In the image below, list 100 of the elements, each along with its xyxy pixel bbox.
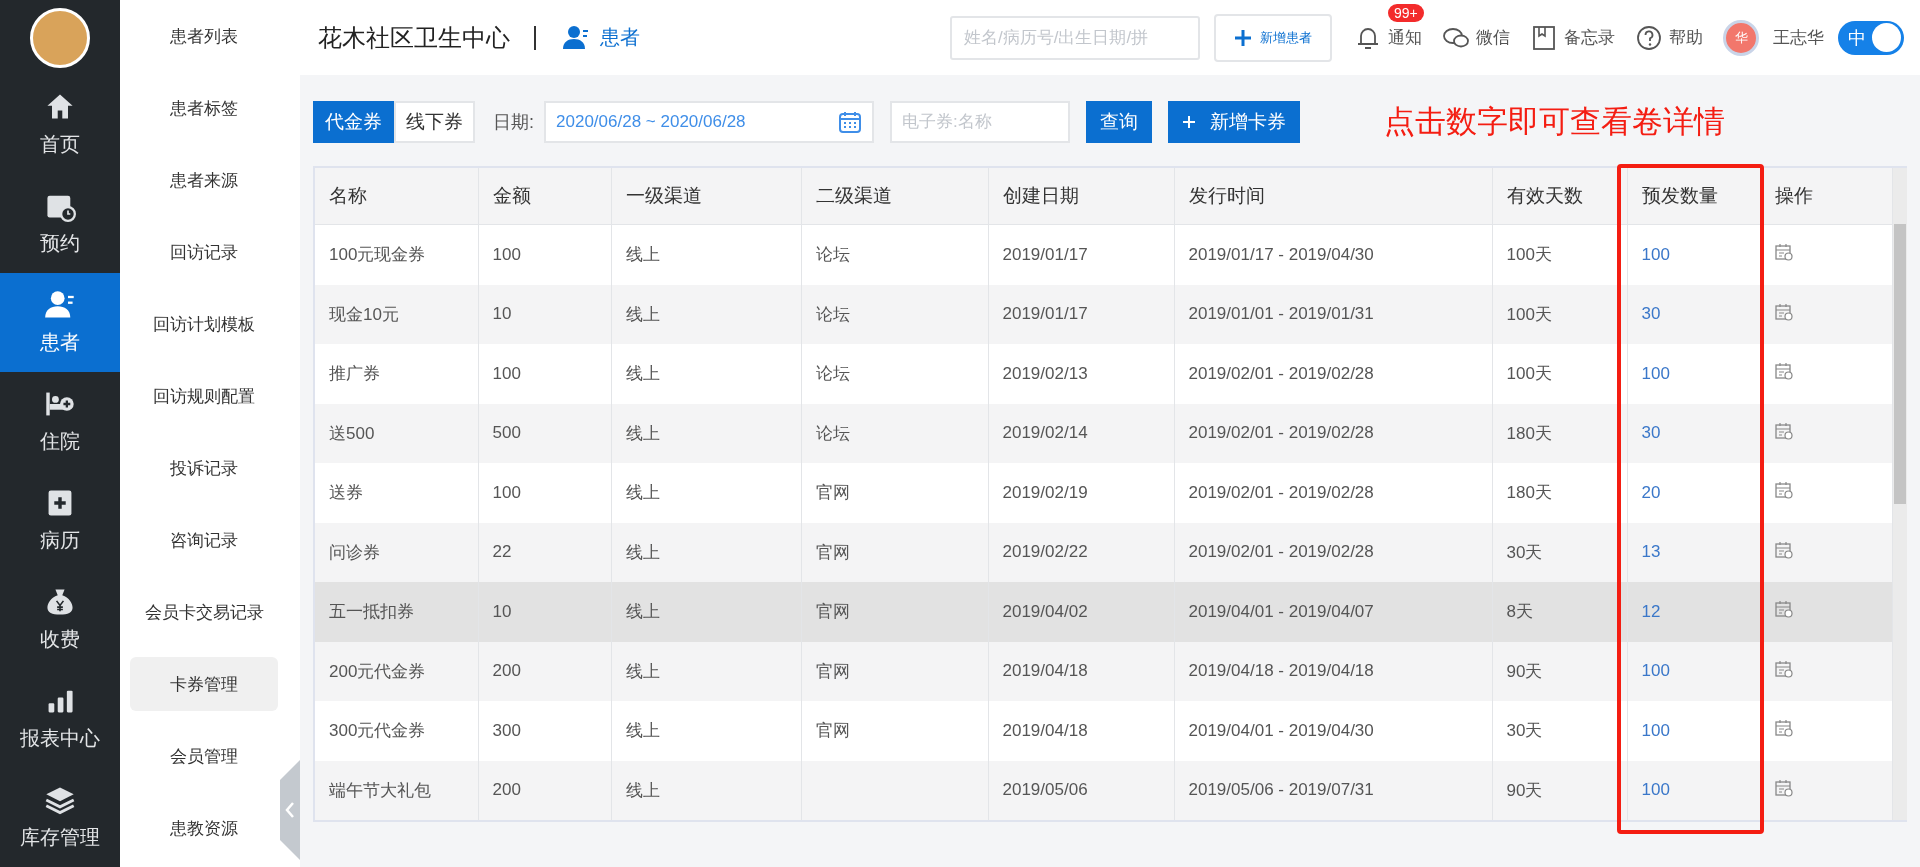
table-cell: 2019/04/02 xyxy=(1002,601,1088,621)
notification-count: 99+ xyxy=(1388,3,1424,22)
calendar-clock-icon[interactable] xyxy=(1774,302,1793,321)
table-cell: 官网 xyxy=(815,721,850,741)
quantity-link[interactable]: 100 xyxy=(1641,244,1670,264)
sub-nav-item[interactable]: 回访计划模板 xyxy=(130,297,278,351)
table-cell: 300元代金券 xyxy=(329,721,426,741)
help-icon xyxy=(1635,23,1663,52)
column-header: 预发数量 xyxy=(1627,168,1760,225)
column-header: 一级渠道 xyxy=(611,168,801,225)
add-coupon-button[interactable]: 新增卡券 xyxy=(1168,101,1300,143)
sub-nav-item[interactable]: 患者标签 xyxy=(130,81,278,135)
quantity-link[interactable]: 13 xyxy=(1641,542,1661,562)
quantity-link[interactable]: 20 xyxy=(1641,482,1661,502)
table-cell: 2019/01/17 xyxy=(1002,304,1088,324)
sub-nav-item[interactable]: 回访规则配置 xyxy=(130,369,278,423)
table-cell: 10 xyxy=(492,601,512,621)
table-cell: 2019/04/01 - 2019/04/07 xyxy=(1188,601,1374,621)
header-link[interactable]: 微信 xyxy=(1442,23,1510,52)
table-cell: 180天 xyxy=(1506,423,1552,443)
calendar-clock-icon[interactable] xyxy=(1774,421,1793,440)
table-cell: 官网 xyxy=(815,483,850,503)
table-cell: 30天 xyxy=(1506,542,1543,562)
column-header: 创建日期 xyxy=(988,168,1174,225)
table-cell: 100 xyxy=(492,482,521,502)
user-name[interactable]: 王志华 xyxy=(1773,26,1824,49)
table-cell: 2019/01/17 xyxy=(1002,244,1088,264)
calendar-clock-icon[interactable] xyxy=(1774,362,1793,381)
table-cell: 200元代金券 xyxy=(329,661,426,681)
quantity-link[interactable]: 30 xyxy=(1641,304,1661,324)
quantity-link[interactable]: 100 xyxy=(1641,661,1670,681)
table-row[interactable]: 300元代金券 300 线上 官网 2019/04/18 2019/04/01 - 2019/04/30 30天 100 xyxy=(315,701,1892,761)
nav-item[interactable]: 预约 xyxy=(0,174,120,273)
coupon-type-tab[interactable]: 线下券 xyxy=(394,101,475,143)
calendar-clock-icon[interactable] xyxy=(1774,719,1793,738)
table-row[interactable]: 端午节大礼包 200 线上 2019/05/06 2019/05/06 - 2019/07/31 90天 100 xyxy=(315,760,1892,820)
sub-nav-item[interactable]: 患教资源 xyxy=(130,801,278,855)
calendar-clock-icon[interactable] xyxy=(1774,600,1793,619)
table-row[interactable]: 问诊券 22 线上 官网 2019/02/22 2019/02/01 - 2019/02/28 30天 13 xyxy=(315,522,1892,582)
table-cell: 2019/02/19 xyxy=(1002,482,1088,502)
table-cell: 90天 xyxy=(1506,661,1543,681)
add-patient-button[interactable]: 新增患者 xyxy=(1214,13,1332,62)
table-row[interactable]: 200元代金券 200 线上 官网 2019/04/18 2019/04/18 - 2019/04/18 90天 100 xyxy=(315,641,1892,701)
table-cell: 2019/04/01 - 2019/04/30 xyxy=(1188,720,1374,740)
table-row[interactable]: 送券 100 线上 官网 2019/02/19 2019/02/01 - 2019/02/28 180天 20 xyxy=(315,463,1892,523)
table-cell: 2019/02/01 - 2019/02/28 xyxy=(1188,542,1374,562)
patient-icon xyxy=(44,289,76,321)
quantity-link[interactable]: 30 xyxy=(1641,423,1661,443)
table-cell: 线上 xyxy=(625,602,660,622)
header-link[interactable]: 备忘录 xyxy=(1530,23,1615,52)
sub-nav-item[interactable]: 回访记录 xyxy=(130,225,278,279)
table-cell: 官网 xyxy=(815,602,850,622)
table-row[interactable]: 五一抵扣券 10 线上 官网 2019/04/02 2019/04/01 - 2019/04/07 8天 12 xyxy=(315,582,1892,642)
nav-item[interactable]: 库存管理 xyxy=(0,768,120,867)
table-cell: 2019/05/06 - 2019/07/31 xyxy=(1188,780,1374,800)
chevron-left-icon xyxy=(285,801,295,819)
table-cell: 100元现金券 xyxy=(329,245,426,265)
nav-item[interactable]: 收费 xyxy=(0,570,120,669)
table-cell: 送券 xyxy=(329,483,363,503)
table-cell: 论坛 xyxy=(815,364,850,384)
sub-nav-item[interactable]: 咨询记录 xyxy=(130,513,278,567)
calendar-clock-icon[interactable] xyxy=(1774,659,1793,678)
table-row[interactable]: 推广券 100 线上 论坛 2019/02/13 2019/02/01 - 2019/02/28 100天 100 xyxy=(315,344,1892,404)
calendar-clock-icon[interactable] xyxy=(1774,778,1793,797)
table-cell: 线上 xyxy=(625,483,660,503)
column-header: 二级渠道 xyxy=(801,168,988,225)
sub-nav-item[interactable]: 患者列表 xyxy=(130,9,278,63)
sub-nav-item[interactable]: 会员卡交易记录 xyxy=(130,585,278,639)
query-button[interactable]: 查询 xyxy=(1086,101,1152,143)
coupon-type-tab[interactable]: 代金券 xyxy=(313,101,394,143)
coupon-search-field[interactable]: 电子券:名称 xyxy=(890,101,1070,143)
header-link[interactable]: 帮助 xyxy=(1635,23,1703,52)
nav-item[interactable]: 首页 xyxy=(0,75,120,174)
table-cell: 100 xyxy=(492,244,521,264)
language-toggle[interactable]: 中 xyxy=(1838,20,1904,55)
table-row[interactable]: 100元现金券 100 线上 论坛 2019/01/17 2019/01/17 - 2019/04/30 100天 100 xyxy=(315,224,1892,285)
sub-nav-item[interactable]: 卡券管理 xyxy=(130,657,278,711)
table-cell: 线上 xyxy=(625,304,660,324)
nav-item[interactable]: 住院 xyxy=(0,372,120,471)
nav-item[interactable]: 病历 xyxy=(0,471,120,570)
calendar-clock-icon[interactable] xyxy=(1774,481,1793,500)
table-row[interactable]: 送500 500 线上 论坛 2019/02/14 2019/02/01 - 2019/02/28 180天 30 xyxy=(315,403,1892,463)
calendar-clock-icon[interactable] xyxy=(1774,540,1793,559)
quantity-link[interactable]: 100 xyxy=(1641,363,1670,383)
table-cell: 2019/02/22 xyxy=(1002,542,1088,562)
sub-nav-item[interactable]: 会员管理 xyxy=(130,729,278,783)
table-cell: 线上 xyxy=(625,661,660,681)
column-header: 金额 xyxy=(478,168,611,225)
quantity-link[interactable]: 100 xyxy=(1641,780,1670,800)
sub-nav-item[interactable]: 患者来源 xyxy=(130,153,278,207)
nav-item[interactable]: 报表中心 xyxy=(0,669,120,768)
table-row[interactable]: 现金10元 10 线上 论坛 2019/01/17 2019/01/01 - 2019/01/31 100天 30 xyxy=(315,284,1892,344)
quantity-link[interactable]: 100 xyxy=(1641,720,1670,740)
header-link-label: 通知 xyxy=(1388,27,1422,49)
nav-item[interactable]: 患者 xyxy=(0,273,120,372)
table-cell: 2019/04/18 - 2019/04/18 xyxy=(1188,661,1374,681)
calendar-clock-icon[interactable] xyxy=(1774,243,1793,262)
table-cell: 论坛 xyxy=(815,423,850,443)
patient-search-field[interactable]: 姓名/病历号/出生日期/拼 xyxy=(950,15,1200,60)
sub-nav-item[interactable]: 投诉记录 xyxy=(130,441,278,495)
